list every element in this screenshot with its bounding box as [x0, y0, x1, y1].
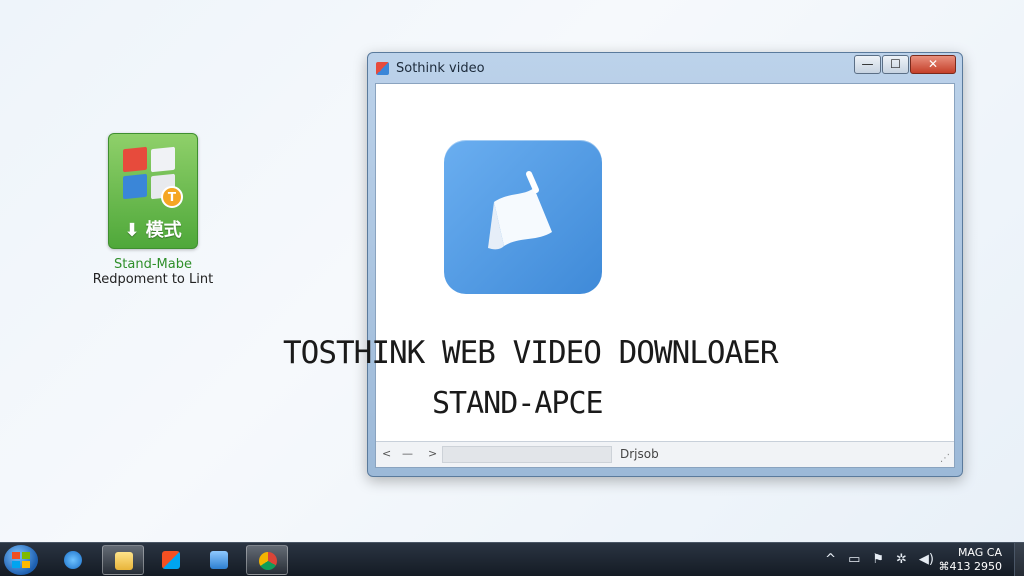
window-controls: — ☐ ✕	[853, 55, 956, 74]
window-titlebar[interactable]: Sothink video — ☐ ✕	[368, 53, 962, 83]
taskbar-explorer-button[interactable]	[102, 545, 144, 575]
promo-headline: TOSTHINK WEB VIDEO DOWNLOAER	[283, 335, 779, 371]
tray-expand-icon[interactable]: ^	[825, 552, 836, 567]
desktop-icon-label-1: Stand-Mabe	[114, 257, 192, 272]
chrome-icon	[259, 552, 277, 570]
clock-date: ⌘413 2950	[938, 560, 1003, 573]
tray-volume-icon[interactable]: ◀)	[919, 552, 934, 567]
download-icon: ⬇	[124, 220, 140, 241]
horizontal-scrollbar[interactable]	[442, 446, 612, 463]
status-bar: < — > Drjsob ⋰	[376, 441, 954, 467]
tray-keyboard-icon[interactable]: ▭	[848, 552, 860, 567]
status-text: Drjsob	[620, 447, 659, 461]
taskbar-chrome-button[interactable]	[246, 545, 288, 575]
promo-subline: STAND-APCE	[432, 386, 604, 421]
windows-logo-icon	[12, 552, 30, 568]
scroll-minus-button[interactable]: —	[402, 447, 413, 460]
window-title: Sothink video	[396, 61, 485, 76]
clock-time: MAG CA	[957, 546, 1002, 559]
desktop-icon-label-2: Redpoment to Lint	[92, 272, 214, 287]
taskbar-app-button[interactable]	[198, 545, 240, 575]
internet-explorer-icon	[64, 551, 82, 569]
maximize-button[interactable]: ☐	[882, 55, 909, 74]
start-button[interactable]	[4, 545, 38, 575]
desktop-icon-tile: T ⬇ 模式	[108, 133, 198, 249]
close-button[interactable]: ✕	[910, 55, 956, 74]
taskbar: ^ ▭ ⚑ ✲ ◀) MAG CA ⌘413 2950	[0, 542, 1024, 576]
scroll-right-button[interactable]: >	[428, 447, 437, 460]
taskbar-clock[interactable]: MAG CA ⌘413 2950	[939, 546, 1003, 574]
tile-caption: ⬇ 模式	[109, 216, 197, 242]
scroll-left-button[interactable]: <	[382, 447, 391, 460]
store-icon	[162, 551, 180, 569]
resize-grip-icon[interactable]: ⋰	[940, 453, 950, 464]
tile-caption-text: 模式	[145, 220, 182, 241]
folder-icon	[115, 552, 133, 570]
install-badge-icon: T	[161, 186, 183, 208]
tray-flag-icon[interactable]: ⚑	[872, 552, 884, 567]
tray-network-icon[interactable]: ✲	[896, 552, 907, 567]
desktop-icon-stand-mabe[interactable]: T ⬇ 模式 Stand-Mabe Redpoment to Lint	[88, 133, 218, 287]
app-logo-icon	[444, 140, 602, 294]
app-icon[interactable]	[376, 62, 389, 75]
system-tray: ^ ▭ ⚑ ✲ ◀)	[825, 552, 934, 567]
paper-flag-icon	[488, 171, 552, 250]
taskbar-ie-button[interactable]	[52, 545, 94, 575]
minimize-button[interactable]: —	[854, 55, 881, 74]
show-desktop-button[interactable]	[1014, 543, 1024, 576]
taskbar-store-button[interactable]	[150, 545, 192, 575]
window-app-icon	[210, 551, 228, 569]
